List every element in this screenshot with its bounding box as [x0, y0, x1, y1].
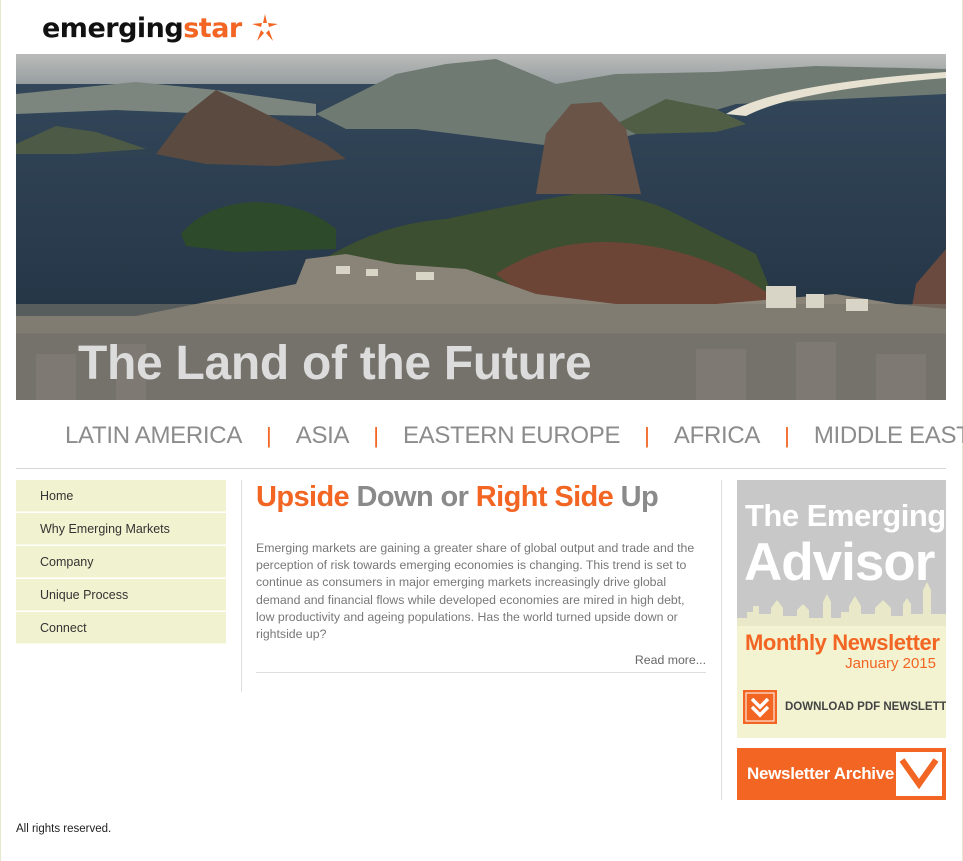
- logo-word-star: star: [183, 12, 242, 44]
- newsletter-date: January 2015: [845, 655, 936, 672]
- read-more-link[interactable]: Read more...: [256, 653, 706, 674]
- sidebar-nav: Home Why Emerging Markets Company Unique…: [16, 480, 226, 645]
- region-middle-east[interactable]: MIDDLE EAST: [814, 422, 963, 450]
- logo-word-emerging: emerging: [42, 12, 184, 44]
- sidebar-item-why-emerging-markets[interactable]: Why Emerging Markets: [16, 513, 226, 545]
- region-nav: LATIN AMERICA | ASIA | EASTERN EUROPE | …: [16, 416, 963, 456]
- region-separator: |: [644, 423, 650, 448]
- column-divider: [241, 480, 242, 692]
- sidebar-item-unique-process[interactable]: Unique Process: [16, 579, 226, 611]
- download-pdf-newsletter-button[interactable]: DOWNLOAD PDF NEWSLETTER: [743, 690, 946, 724]
- region-africa[interactable]: AFRICA: [674, 422, 761, 450]
- monthly-newsletter-label: Monthly Newsletter: [745, 630, 940, 655]
- newsletter-archive-button[interactable]: Newsletter Archive: [737, 748, 946, 800]
- sidebar-item-home[interactable]: Home: [16, 480, 226, 512]
- site-logo[interactable]: emerging star: [42, 8, 280, 48]
- region-eastern-europe[interactable]: EASTERN EUROPE: [403, 422, 620, 450]
- article-title: Upside Down or Right Side Up: [256, 478, 706, 516]
- sidebar-item-connect[interactable]: Connect: [16, 612, 226, 644]
- region-asia[interactable]: ASIA: [296, 422, 350, 450]
- download-pdf-label: DOWNLOAD PDF NEWSLETTER: [785, 701, 946, 713]
- title-part: Upside: [256, 481, 350, 513]
- title-part: Up: [613, 481, 659, 513]
- divider: [16, 468, 946, 469]
- column-divider: [721, 480, 722, 800]
- title-part: Right Side: [475, 481, 614, 513]
- chevron-down-icon: [896, 752, 942, 796]
- region-separator: |: [266, 423, 272, 448]
- sidebar-item-company[interactable]: Company: [16, 546, 226, 578]
- newsletter-promo: The Emerging Advisor Monthly Newsletter …: [737, 480, 946, 738]
- hero-banner: The Land of the Future: [16, 54, 946, 400]
- region-separator: |: [784, 423, 790, 448]
- main-article: Upside Down or Right Side Up Emerging ma…: [256, 478, 706, 674]
- download-chevron-icon: [743, 690, 777, 724]
- newsletter-archive-label: Newsletter Archive: [747, 764, 895, 783]
- star-icon: [251, 14, 278, 41]
- hero-tagline: The Land of the Future: [78, 337, 592, 390]
- region-separator: |: [373, 423, 379, 448]
- footer-copyright: All rights reserved.: [16, 823, 112, 835]
- article-body: Emerging markets are gaining a greater s…: [256, 541, 695, 642]
- region-latin-america[interactable]: LATIN AMERICA: [65, 422, 242, 450]
- advisor-title-line1: The Emerging: [745, 498, 946, 533]
- skyline-graphic: [737, 582, 946, 626]
- title-part: Down or: [349, 481, 476, 513]
